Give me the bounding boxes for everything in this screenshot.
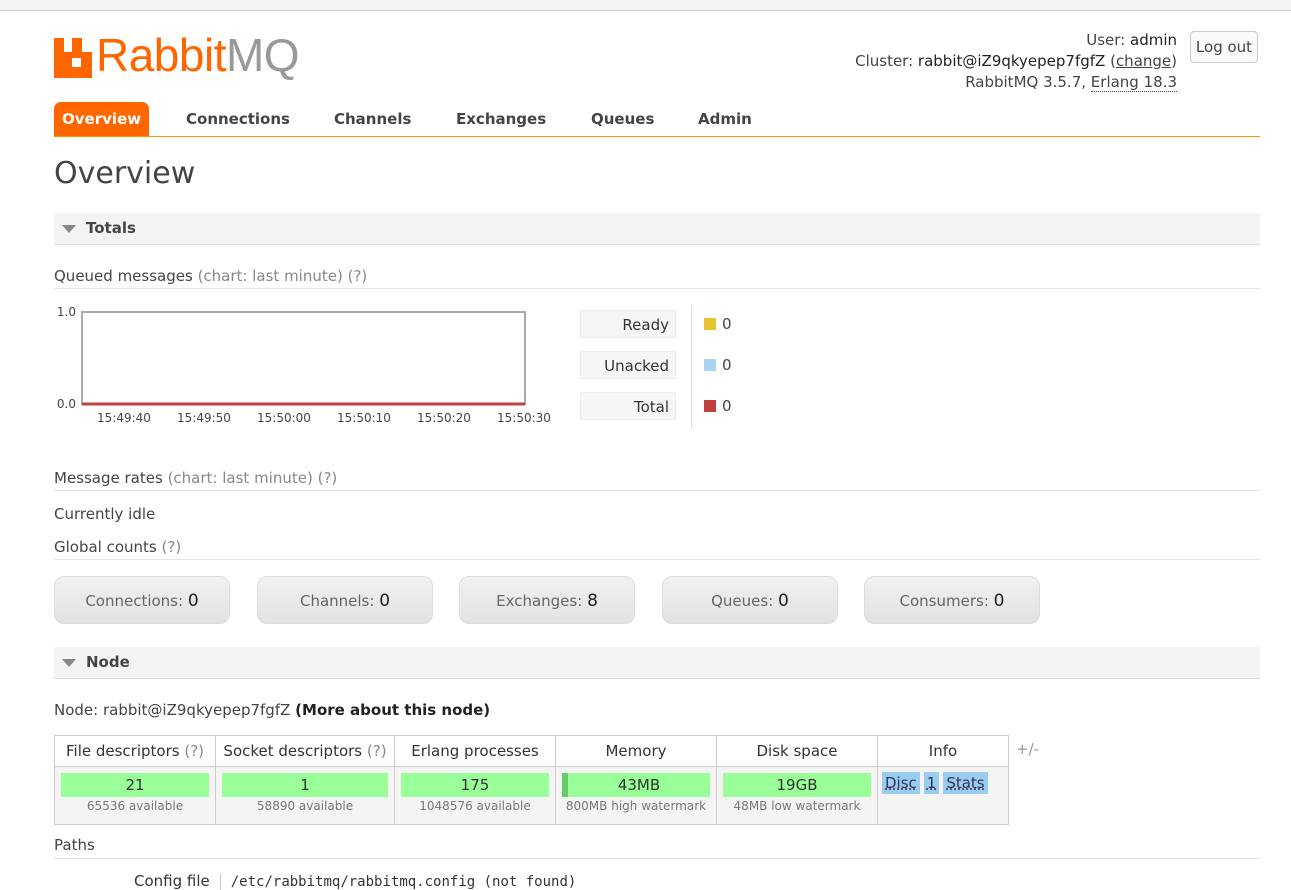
legend-divider <box>691 305 692 428</box>
legend-unacked-label: Unacked <box>580 351 676 379</box>
cluster-label: Cluster: <box>855 52 914 70</box>
y-tick-label: 1.0 <box>57 306 76 319</box>
legend-total-label: Total <box>580 392 676 420</box>
file-descriptors-cell: 21 65536 available <box>54 766 216 825</box>
erlang-processes-bar: 175 <box>401 773 549 797</box>
connections-count[interactable]: Connections: 0 <box>54 576 230 624</box>
rabbitmq-logo-icon <box>54 38 92 78</box>
consumers-count[interactable]: Consumers: 0 <box>864 576 1040 624</box>
chart-range-link[interactable]: (chart: last minute) <box>198 267 343 285</box>
totals-heading: Totals <box>86 219 136 237</box>
collapse-triangle-icon <box>62 224 76 233</box>
x-tick-label: 15:50:30 <box>497 411 551 425</box>
logo-text: RabbitMQ <box>96 29 300 81</box>
browser-top-strip <box>0 0 1291 11</box>
config-file-value: /etc/rabbitmq/rabbitmq.config (not found… <box>230 874 577 890</box>
memory-cell: 43MB 800MB high watermark <box>555 766 717 825</box>
rabbitmq-logo[interactable]: RabbitMQ <box>54 29 300 81</box>
node-line: Node: rabbit@iZ9qkyepep7fgfZ (More about… <box>54 701 491 719</box>
queued-messages-heading: Queued messages (chart: last minute) (?) <box>54 267 1260 289</box>
cluster-value: rabbit@iZ9qkyepep7fgfZ <box>917 52 1106 70</box>
erlang-processes-cell: 175 1048576 available <box>394 766 556 825</box>
user-value: admin <box>1130 31 1177 49</box>
stats-tag[interactable]: Stats <box>943 772 988 794</box>
legend-ready-label: Ready <box>580 310 676 338</box>
erlang-version: Erlang 18.3 <box>1090 73 1177 92</box>
col-socket-descriptors: Socket descriptors (?) <box>215 735 395 767</box>
paths-heading: Paths <box>54 836 1260 859</box>
ready-swatch <box>704 318 716 330</box>
rates-help-link[interactable]: (?) <box>318 469 338 487</box>
node-heading: Node <box>86 653 130 671</box>
message-rates-heading: Message rates (chart: last minute) (?) <box>54 469 1260 491</box>
legend-total-value: 0 <box>704 392 732 420</box>
main-tabs: Overview Connections Channels Exchanges … <box>54 102 1260 137</box>
config-file-row: Config file/etc/rabbitmq/rabbitmq.config… <box>134 872 576 890</box>
disk-space-bar: 19GB <box>723 773 871 797</box>
legend-ready-value: 0 <box>704 310 732 338</box>
col-memory: Memory <box>555 735 717 767</box>
x-tick-label: 15:50:20 <box>417 411 471 425</box>
info-cell: Disc 1 Stats <box>877 766 1009 825</box>
disc-tag[interactable]: Disc <box>882 772 920 794</box>
x-tick-label: 15:49:40 <box>97 411 151 425</box>
node-name: rabbit@iZ9qkyepep7fgfZ <box>102 701 291 719</box>
collapse-triangle-icon <box>62 658 76 667</box>
tab-channels[interactable]: Channels <box>334 102 411 136</box>
exchanges-count[interactable]: Exchanges: 8 <box>459 576 635 624</box>
more-about-node-link[interactable]: (More about this node) <box>295 701 490 719</box>
total-swatch <box>704 400 716 412</box>
legend-unacked-value: 0 <box>704 351 732 379</box>
socket-descriptors-cell: 1 58890 available <box>215 766 395 825</box>
user-label: User: <box>1086 31 1126 49</box>
tab-overview[interactable]: Overview <box>54 102 150 136</box>
tab-admin[interactable]: Admin <box>698 102 752 136</box>
socket-descriptors-bar: 1 <box>222 773 388 797</box>
version-text: RabbitMQ 3.5.7, <box>965 73 1087 91</box>
global-help-link[interactable]: (?) <box>162 538 182 556</box>
global-counts-heading: Global counts (?) <box>54 538 1260 560</box>
page-title: Overview <box>54 156 196 191</box>
queues-count[interactable]: Queues: 0 <box>662 576 838 624</box>
y-tick-label: 0.0 <box>57 397 76 411</box>
col-file-descriptors: File descriptors (?) <box>54 735 216 767</box>
col-erlang-processes: Erlang processes <box>394 735 556 767</box>
x-tick-label: 15:49:50 <box>177 411 231 425</box>
file-descriptors-bar: 21 <box>61 773 209 797</box>
unacked-swatch <box>704 359 716 371</box>
chart-plot-area <box>81 311 526 405</box>
memory-bar: 43MB <box>562 773 710 797</box>
totals-section-toggle[interactable]: Totals <box>54 213 1260 245</box>
disk-space-cell: 19GB 48MB low watermark <box>716 766 878 825</box>
config-file-label: Config file <box>134 872 210 890</box>
help-link[interactable]: (?) <box>348 267 368 285</box>
col-disk-space: Disk space <box>716 735 878 767</box>
tab-queues[interactable]: Queues <box>591 102 654 136</box>
header-info: User: admin Cluster: rabbit@iZ9qkyepep7f… <box>855 31 1177 92</box>
tab-connections[interactable]: Connections <box>186 102 290 136</box>
toggle-columns-button[interactable]: +/- <box>1016 740 1039 758</box>
count-tag[interactable]: 1 <box>923 772 940 794</box>
help-link[interactable]: (?) <box>184 742 204 760</box>
tab-exchanges[interactable]: Exchanges <box>456 102 546 136</box>
channels-count[interactable]: Channels: 0 <box>257 576 433 624</box>
node-section-toggle[interactable]: Node <box>54 647 1260 679</box>
help-link[interactable]: (?) <box>367 742 387 760</box>
change-cluster-link[interactable]: change <box>1116 52 1171 70</box>
table-row: 21 65536 available 1 58890 available 175 10… <box>54 766 1009 825</box>
x-tick-label: 15:50:00 <box>257 411 311 425</box>
x-tick-label: 15:50:10 <box>337 411 391 425</box>
node-stats-table: File descriptors (?) Socket descriptors … <box>54 735 1009 825</box>
rates-chart-range-link[interactable]: (chart: last minute) <box>168 469 313 487</box>
queued-messages-chart: 1.0 0.0 15:49:40 15:49:50 15:50:00 15:50:10 15… <box>57 306 551 425</box>
col-info: Info <box>877 735 1009 767</box>
idle-text: Currently idle <box>54 505 156 523</box>
logout-button[interactable]: Log out <box>1190 31 1258 63</box>
